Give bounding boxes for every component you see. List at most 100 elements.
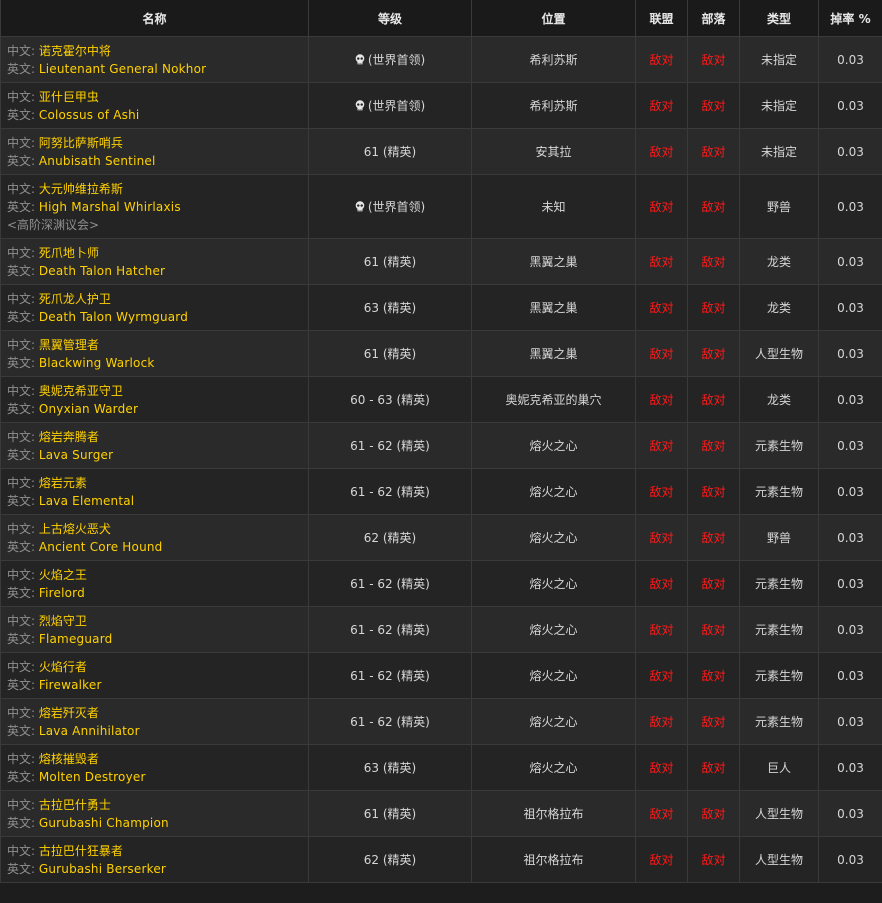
level-text: 63 (精英) xyxy=(363,301,417,315)
npc-name-cn-link[interactable]: 火焰行者 xyxy=(39,660,87,674)
table-row[interactable]: 中文: 熔岩奔腾者 英文: Lava Surger 61 - 62 (精英) 熔火之心… xyxy=(0,422,882,469)
table-row[interactable]: 中文: 火焰之王 英文: Firelord 61 - 62 (精英) 熔火之心 敌对 敌对… xyxy=(0,560,882,607)
col-header-location[interactable]: 位置 xyxy=(471,0,636,37)
npc-name-en-link[interactable]: Molten Destroyer xyxy=(39,770,146,784)
location-link[interactable]: 希利苏斯 xyxy=(471,36,636,83)
level-cell: (世界首领) xyxy=(308,82,472,129)
location-link[interactable]: 熔火之心 xyxy=(471,422,636,469)
npc-name-en-link[interactable]: Anubisath Sentinel xyxy=(39,154,156,168)
npc-name-cn-link[interactable]: 烈焰守卫 xyxy=(39,614,87,628)
npc-name-en-link[interactable]: Death Talon Hatcher xyxy=(39,264,165,278)
table-row[interactable]: 中文: 熔核摧毁者 英文: Molten Destroyer 63 (精英) 熔火之心… xyxy=(0,744,882,791)
cn-label: 中文: xyxy=(7,613,39,628)
level-text: 61 (精英) xyxy=(363,347,417,361)
level-text: (世界首领) xyxy=(367,53,426,67)
table-row[interactable]: 中文: 大元帅维拉希斯 英文: High Marshal Whirlaxis <高阶… xyxy=(0,174,882,239)
npc-name-cn-link[interactable]: 亚什巨甲虫 xyxy=(39,90,99,104)
location-link[interactable]: 黑翼之巢 xyxy=(471,284,636,331)
table-row[interactable]: 中文: 上古熔火恶犬 英文: Ancient Core Hound 62 (精英) 熔… xyxy=(0,514,882,561)
en-label: 英文: xyxy=(7,153,39,168)
type-cell: 元素生物 xyxy=(739,560,819,607)
location-link[interactable]: 熔火之心 xyxy=(471,560,636,607)
npc-name-en-link[interactable]: Lava Surger xyxy=(39,448,113,462)
level-cell: 61 (精英) xyxy=(308,238,472,285)
col-header-alliance[interactable]: 联盟 xyxy=(635,0,688,37)
cn-label: 中文: xyxy=(7,843,39,858)
npc-name-en-link[interactable]: Gurubashi Berserker xyxy=(39,862,166,876)
npc-name-cn-link[interactable]: 大元帅维拉希斯 xyxy=(39,182,123,196)
npc-name-cn-link[interactable]: 熔核摧毁者 xyxy=(39,752,99,766)
npc-name-en-link[interactable]: Gurubashi Champion xyxy=(39,816,169,830)
npc-name-en-link[interactable]: Lava Elemental xyxy=(39,494,134,508)
location-link[interactable]: 黑翼之巢 xyxy=(471,238,636,285)
location-link[interactable]: 未知 xyxy=(471,174,636,239)
location-link[interactable]: 希利苏斯 xyxy=(471,82,636,129)
location-link[interactable]: 黑翼之巢 xyxy=(471,330,636,377)
table-row[interactable]: 中文: 熔岩元素 英文: Lava Elemental 61 - 62 (精英) 熔火… xyxy=(0,468,882,515)
horde-reaction: 敌对 xyxy=(687,284,740,331)
npc-name-cn-link[interactable]: 熔岩奔腾者 xyxy=(39,430,99,444)
location-link[interactable]: 安其拉 xyxy=(471,128,636,175)
table-row[interactable]: 中文: 熔岩歼灭者 英文: Lava Annihilator 61 - 62 (精英… xyxy=(0,698,882,745)
col-header-horde[interactable]: 部落 xyxy=(687,0,740,37)
npc-name-cn-link[interactable]: 熔岩元素 xyxy=(39,476,87,490)
npc-name-en-link[interactable]: Firelord xyxy=(39,586,85,600)
npc-name-en-link[interactable]: Onyxian Warder xyxy=(39,402,138,416)
npc-name-cn-link[interactable]: 古拉巴什勇士 xyxy=(39,798,111,812)
npc-name-en-link[interactable]: Death Talon Wyrmguard xyxy=(39,310,188,324)
en-label: 英文: xyxy=(7,401,39,416)
horde-reaction: 敌对 xyxy=(687,560,740,607)
table-row[interactable]: 中文: 死爪龙人护卫 英文: Death Talon Wyrmguard 63 (精… xyxy=(0,284,882,331)
location-link[interactable]: 奥妮克希亚的巢穴 xyxy=(471,376,636,423)
npc-name-en-link[interactable]: Blackwing Warlock xyxy=(39,356,155,370)
level-cell: (世界首领) xyxy=(308,36,472,83)
npc-name-en-link[interactable]: Lieutenant General Nokhor xyxy=(39,62,206,76)
location-link[interactable]: 熔火之心 xyxy=(471,468,636,515)
npc-name-en-link[interactable]: Ancient Core Hound xyxy=(39,540,163,554)
table-row[interactable]: 中文: 烈焰守卫 英文: Flameguard 61 - 62 (精英) 熔火之心 敌对… xyxy=(0,606,882,653)
table-row[interactable]: 中文: 古拉巴什狂暴者 英文: Gurubashi Berserker 62 (精英… xyxy=(0,836,882,883)
npc-name-cn-link[interactable]: 诺克霍尔中将 xyxy=(39,44,111,58)
npc-name-cn-link[interactable]: 阿努比萨斯哨兵 xyxy=(39,136,123,150)
location-link[interactable]: 熔火之心 xyxy=(471,652,636,699)
col-header-level[interactable]: 等级 xyxy=(308,0,472,37)
npc-name-en-link[interactable]: Lava Annihilator xyxy=(39,724,140,738)
table-row[interactable]: 中文: 阿努比萨斯哨兵 英文: Anubisath Sentinel 61 (精英)… xyxy=(0,128,882,175)
npc-name-cn-link[interactable]: 上古熔火恶犬 xyxy=(39,522,111,536)
level-cell: 61 - 62 (精英) xyxy=(308,698,472,745)
type-cell: 元素生物 xyxy=(739,422,819,469)
npc-name-cn-link[interactable]: 黑翼管理者 xyxy=(39,338,99,352)
npc-name-en-link[interactable]: Firewalker xyxy=(39,678,102,692)
en-label: 英文: xyxy=(7,355,39,370)
location-link[interactable]: 祖尔格拉布 xyxy=(471,836,636,883)
type-cell: 未指定 xyxy=(739,36,819,83)
table-row[interactable]: 中文: 古拉巴什勇士 英文: Gurubashi Champion 61 (精英) 祖… xyxy=(0,790,882,837)
npc-name-cn-link[interactable]: 熔岩歼灭者 xyxy=(39,706,99,720)
npc-name-en-link[interactable]: Flameguard xyxy=(39,632,113,646)
table-row[interactable]: 中文: 诺克霍尔中将 英文: Lieutenant General Nokhor (… xyxy=(0,36,882,83)
location-link[interactable]: 熔火之心 xyxy=(471,514,636,561)
col-header-type[interactable]: 类型 xyxy=(739,0,819,37)
npc-name-cn-link[interactable]: 火焰之王 xyxy=(39,568,87,582)
col-header-drop-rate[interactable]: 掉率 % xyxy=(818,0,882,37)
en-label: 英文: xyxy=(7,263,39,278)
npc-name-cell: 中文: 火焰行者 英文: Firewalker xyxy=(0,652,309,699)
table-row[interactable]: 中文: 死爪地卜师 英文: Death Talon Hatcher 61 (精英) 黑… xyxy=(0,238,882,285)
npc-name-cn-link[interactable]: 古拉巴什狂暴者 xyxy=(39,844,123,858)
npc-name-cn-link[interactable]: 奥妮克希亚守卫 xyxy=(39,384,123,398)
table-row[interactable]: 中文: 黑翼管理者 英文: Blackwing Warlock 61 (精英) 黑翼之… xyxy=(0,330,882,377)
table-row[interactable]: 中文: 亚什巨甲虫 英文: Colossus of Ashi (世界首领) 希利苏斯敌… xyxy=(0,82,882,129)
npc-name-cn-link[interactable]: 死爪龙人护卫 xyxy=(39,292,111,306)
table-row[interactable]: 中文: 奥妮克希亚守卫 英文: Onyxian Warder 60 - 63 (精英… xyxy=(0,376,882,423)
location-link[interactable]: 熔火之心 xyxy=(471,606,636,653)
cn-label: 中文: xyxy=(7,337,39,352)
alliance-reaction: 敌对 xyxy=(635,36,688,83)
npc-name-en-link[interactable]: High Marshal Whirlaxis xyxy=(39,200,181,214)
table-row[interactable]: 中文: 火焰行者 英文: Firewalker 61 - 62 (精英) 熔火之心 敌对… xyxy=(0,652,882,699)
npc-name-cn-link[interactable]: 死爪地卜师 xyxy=(39,246,99,260)
col-header-name[interactable]: 名称 xyxy=(0,0,309,37)
npc-name-en-link[interactable]: Colossus of Ashi xyxy=(39,108,140,122)
location-link[interactable]: 熔火之心 xyxy=(471,744,636,791)
location-link[interactable]: 祖尔格拉布 xyxy=(471,790,636,837)
location-link[interactable]: 熔火之心 xyxy=(471,698,636,745)
